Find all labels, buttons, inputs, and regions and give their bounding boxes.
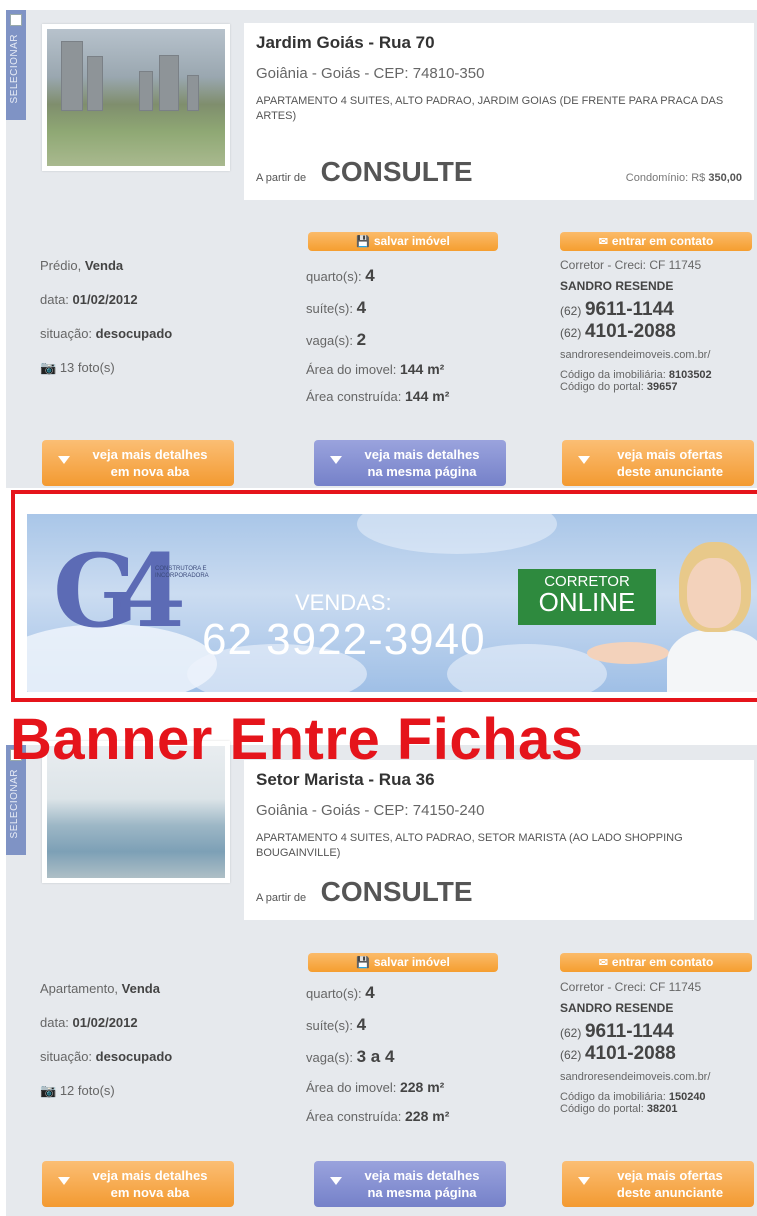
arrow-down-icon	[58, 1177, 70, 1185]
broker-creci: Corretor - Creci: CF 11745	[560, 980, 702, 994]
deal-type: Venda	[121, 981, 160, 996]
logo-caption: CONSTRUTORA E INCORPORADORA	[155, 566, 209, 579]
envelope-icon: ✉	[598, 236, 608, 248]
broker-info: Corretor - Creci: CF 11745 SANDRO RESEND…	[560, 258, 755, 393]
more-offers-button[interactable]: veja mais ofertas deste anunciante	[562, 440, 754, 486]
parking: 2	[356, 330, 367, 349]
floppy-icon: 💾	[356, 236, 370, 248]
select-label: SELECIONAR	[9, 769, 20, 839]
floppy-icon: 💾	[356, 957, 370, 969]
listing-card-2: SELECIONAR Setor Marista - Rua 36 Goiâni…	[6, 741, 757, 1216]
broker-creci: Corretor - Creci: CF 11745	[560, 258, 702, 272]
arrow-down-icon	[578, 456, 590, 464]
select-checkbox[interactable]	[10, 14, 22, 26]
portal-code: 39657	[646, 381, 678, 393]
contact-button[interactable]: ✉ entrar em contato	[560, 232, 752, 251]
sales-phone: 62 3922-3940	[202, 615, 486, 664]
photo-count[interactable]: 📷 12 foto(s)	[40, 1083, 172, 1117]
phone-1[interactable]: 9611-1144	[585, 1021, 674, 1042]
listing-card-1: SELECIONAR Jardim Goiás - Rua 70 Goiânia…	[6, 10, 757, 488]
listing-location: Goiânia - Goiás - CEP: 74150-240	[256, 802, 485, 819]
arrow-down-icon	[58, 456, 70, 464]
phone-2[interactable]: 4101-2088	[585, 1043, 676, 1064]
parking: 3 a 4	[356, 1047, 395, 1066]
price-prefix: A partir de	[256, 172, 307, 184]
listing-title[interactable]: Jardim Goiás - Rua 70	[256, 33, 742, 53]
suites: 4	[356, 298, 367, 317]
details-same-page-button[interactable]: veja mais detalhes na mesma página	[314, 1161, 506, 1207]
listing-summary: Apartamento, Venda data: 01/02/2012 situ…	[40, 981, 172, 1117]
deal-type: Venda	[84, 258, 124, 273]
property-type: Prédio,	[40, 258, 82, 273]
price-prefix: A partir de	[256, 892, 307, 904]
area-construida: 228 m²	[405, 1108, 450, 1124]
area-construida: 144 m²	[405, 388, 450, 404]
area-imovel: 144 m²	[399, 361, 445, 377]
sales-label: VENDAS:	[295, 590, 392, 615]
property-type: Apartamento,	[40, 981, 119, 996]
phone-2[interactable]: 4101-2088	[585, 321, 676, 342]
listing-title[interactable]: Setor Marista - Rua 36	[256, 770, 742, 790]
property-features: quarto(s): 4 suíte(s): 4 vaga(s): 2 Área…	[306, 266, 450, 404]
price-value: CONSULTE	[320, 156, 473, 187]
photo-count[interactable]: 📷 13 foto(s)	[40, 360, 172, 394]
broker-name: SANDRO RESENDE	[560, 279, 674, 293]
arrow-down-icon	[578, 1177, 590, 1185]
attendant-photo	[587, 534, 757, 692]
broker-info: Corretor - Creci: CF 11745 SANDRO RESEND…	[560, 980, 755, 1115]
g4-logo: G4	[53, 532, 186, 650]
phone-1[interactable]: 9611-1144	[585, 299, 674, 320]
listing-date: 01/02/2012	[72, 292, 138, 307]
save-property-button[interactable]: 💾 salvar imóvel	[308, 232, 498, 251]
camera-icon: 📷	[40, 1083, 57, 1098]
details-new-tab-button[interactable]: veja mais detalhes em nova aba	[42, 1161, 234, 1207]
bedrooms: 4	[365, 983, 375, 1002]
agency-code: 150240	[668, 1091, 706, 1103]
website-link[interactable]: sandroresendeimoveis.com.br/	[560, 349, 755, 361]
listing-summary: Prédio, Venda data: 01/02/2012 situação:…	[40, 258, 172, 394]
banner-annotation-label: Banner Entre Fichas	[10, 707, 584, 772]
arrow-down-icon	[330, 456, 342, 464]
bedrooms: 4	[365, 266, 375, 285]
portal-code: 38201	[646, 1103, 678, 1115]
save-property-button[interactable]: 💾 salvar imóvel	[308, 953, 498, 972]
agency-code: 8103502	[668, 369, 712, 381]
area-imovel: 228 m²	[399, 1079, 445, 1095]
ad-banner[interactable]: G4 CONSTRUTORA E INCORPORADORA VENDAS: 6…	[27, 514, 757, 692]
broker-name: SANDRO RESENDE	[560, 1001, 674, 1015]
listing-status: desocupado	[95, 1049, 173, 1064]
envelope-icon: ✉	[598, 957, 608, 969]
listing-description: APARTAMENTO 4 SUITES, ALTO PADRAO, JARDI…	[256, 95, 724, 122]
condominio: Condomínio: R$ 350,00	[625, 172, 742, 184]
listing-location: Goiânia - Goiás - CEP: 74810-350	[256, 65, 485, 82]
listing-description: APARTAMENTO 4 SUITES, ALTO PADRAO, SETOR…	[256, 832, 683, 859]
listing-status: desocupado	[95, 326, 173, 341]
camera-icon: 📷	[40, 360, 57, 375]
property-features: quarto(s): 4 suíte(s): 4 vaga(s): 3 a 4 …	[306, 983, 450, 1124]
listing-info-box: Jardim Goiás - Rua 70 Goiânia - Goiás - …	[244, 23, 754, 200]
arrow-down-icon	[330, 1177, 342, 1185]
listing-photo[interactable]	[42, 24, 230, 171]
suites: 4	[356, 1015, 367, 1034]
select-tab[interactable]: SELECIONAR	[6, 10, 26, 120]
website-link[interactable]: sandroresendeimoveis.com.br/	[560, 1071, 755, 1083]
online-broker-badge: CORRETOR ONLINE	[518, 569, 656, 625]
listing-info-box: Setor Marista - Rua 36 Goiânia - Goiás -…	[244, 760, 754, 920]
details-same-page-button[interactable]: veja mais detalhes na mesma página	[314, 440, 506, 486]
contact-button[interactable]: ✉ entrar em contato	[560, 953, 752, 972]
more-offers-button[interactable]: veja mais ofertas deste anunciante	[562, 1161, 754, 1207]
price-value: CONSULTE	[320, 876, 473, 907]
details-new-tab-button[interactable]: veja mais detalhes em nova aba	[42, 440, 234, 486]
listing-date: 01/02/2012	[72, 1015, 138, 1030]
select-label: SELECIONAR	[9, 34, 20, 104]
